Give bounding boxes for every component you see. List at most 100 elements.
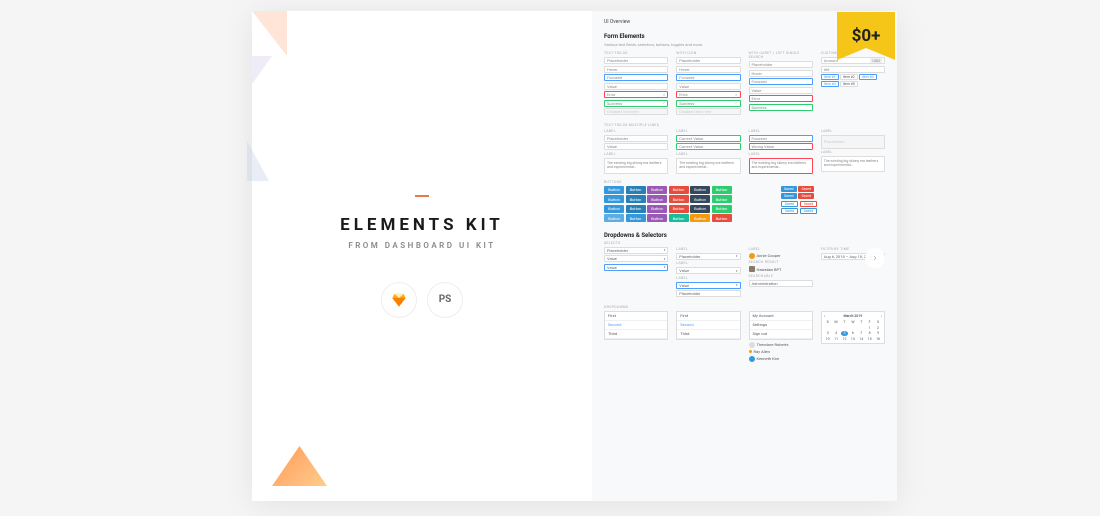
button[interactable]: Button: [626, 186, 646, 194]
text-input[interactable]: Value: [604, 143, 668, 150]
calendar-day[interactable]: 9: [874, 331, 882, 336]
checkbox-item[interactable]: Item #4: [821, 81, 839, 87]
checkbox-item[interactable]: Item #1: [821, 74, 839, 80]
select[interactable]: Value▾: [604, 255, 668, 262]
dropdown-item[interactable]: Third: [605, 330, 667, 339]
checkbox-item[interactable]: Item #5: [840, 81, 858, 87]
amount-input[interactable]: AmountUSD: [821, 57, 885, 64]
button[interactable]: Saved: [798, 186, 814, 192]
text-input[interactable]: Hover: [676, 66, 740, 73]
text-input[interactable]: Wrong Value: [749, 143, 813, 150]
button-outline[interactable]: Saved: [781, 201, 798, 207]
text-input[interactable]: Placeholder: [676, 57, 740, 64]
text-input[interactable]: Focused: [676, 74, 740, 81]
search-result-item[interactable]: Hawaiian BPT: [749, 266, 813, 272]
select[interactable]: Value▾: [676, 267, 740, 274]
text-input-success[interactable]: Success: [749, 104, 813, 111]
dropdown-item[interactable]: Third: [677, 330, 739, 339]
textarea-error[interactable]: The existing big skinny era leathers and…: [749, 158, 813, 174]
textarea[interactable]: The existing big skinny era leathers and…: [604, 158, 668, 174]
calendar-day[interactable]: 12: [841, 336, 849, 341]
button[interactable]: Button: [712, 205, 732, 213]
text-input[interactable]: Hover: [749, 70, 813, 77]
text-input[interactable]: Placeholder: [604, 135, 668, 142]
checkbox-item[interactable]: Item #3: [859, 74, 877, 80]
text-input[interactable]: Placeholder: [749, 61, 813, 68]
button[interactable]: Saved: [781, 193, 797, 199]
calendar-day[interactable]: 10: [824, 336, 832, 341]
text-input[interactable]: Correct Value: [676, 135, 740, 142]
text-input[interactable]: Value: [749, 87, 813, 94]
button[interactable]: Button: [669, 195, 689, 203]
button[interactable]: Button: [626, 205, 646, 213]
text-input[interactable]: Focused: [749, 135, 813, 142]
button[interactable]: Button: [604, 214, 624, 222]
button[interactable]: Button: [647, 186, 667, 194]
calendar-day[interactable]: 8: [866, 331, 874, 336]
button-outline[interactable]: Saved: [800, 208, 817, 214]
button[interactable]: Button: [604, 195, 624, 203]
calendar[interactable]: ‹March 2019› SMTWTFS 12 3456789 10111213…: [821, 311, 885, 345]
text-input[interactable]: Correct Value: [676, 143, 740, 150]
checkbox-item[interactable]: Item #2: [840, 74, 858, 80]
text-input[interactable]: Value: [676, 83, 740, 90]
textarea[interactable]: The existing big skinny era leathers and…: [676, 158, 740, 174]
text-input[interactable]: Value: [604, 83, 668, 90]
button[interactable]: Button: [712, 195, 732, 203]
calendar-day[interactable]: 13: [849, 336, 857, 341]
button[interactable]: Saved: [798, 193, 814, 199]
select[interactable]: Value▾: [604, 264, 668, 271]
text-input[interactable]: Placeholder: [604, 57, 668, 64]
dropdown-item[interactable]: Settings: [750, 321, 812, 330]
button[interactable]: Button: [647, 195, 667, 203]
button[interactable]: Button: [626, 195, 646, 203]
button[interactable]: Button: [690, 205, 710, 213]
text-input[interactable]: Hover: [604, 66, 668, 73]
button[interactable]: Button: [604, 205, 624, 213]
calendar-day-today[interactable]: 5: [841, 331, 849, 336]
calendar-day[interactable]: 2: [874, 325, 882, 330]
dropdown-item[interactable]: Second: [605, 321, 667, 330]
button[interactable]: Button: [690, 195, 710, 203]
button[interactable]: Button: [712, 186, 732, 194]
dropdown-item[interactable]: First: [605, 312, 667, 321]
calendar-day[interactable]: 4: [832, 331, 840, 336]
button[interactable]: Button: [690, 214, 710, 222]
button-outline[interactable]: Saved: [800, 201, 817, 207]
chevron-left-icon[interactable]: ‹: [824, 314, 825, 318]
select[interactable]: Value▾: [676, 282, 740, 289]
button[interactable]: Button: [690, 186, 710, 194]
button[interactable]: Button: [669, 214, 689, 222]
button[interactable]: Button: [647, 205, 667, 213]
calendar-day[interactable]: 3: [824, 331, 832, 336]
text-input-error[interactable]: Error: [749, 95, 813, 102]
dropdown-item[interactable]: Second: [677, 321, 739, 330]
button[interactable]: Button: [669, 205, 689, 213]
chevron-right-icon[interactable]: ›: [881, 314, 882, 318]
calendar-day[interactable]: 15: [866, 336, 874, 341]
textarea[interactable]: The existing big skinny era leathers and…: [821, 156, 885, 172]
search-select[interactable]: Administration: [749, 280, 813, 287]
button-outline[interactable]: Saved: [781, 208, 798, 214]
text-input-error[interactable]: Error✕: [604, 91, 668, 98]
button[interactable]: Button: [647, 214, 667, 222]
text-input-success[interactable]: Success✓: [604, 100, 668, 107]
dropdown-item[interactable]: Sign out: [750, 330, 812, 339]
button[interactable]: Button: [626, 214, 646, 222]
select[interactable]: Placeholder▾: [604, 247, 668, 254]
calendar-day[interactable]: 14: [857, 336, 865, 341]
select[interactable]: Placeholder▾: [676, 253, 740, 260]
button[interactable]: Button: [604, 186, 624, 194]
text-input-success[interactable]: Success✓: [676, 100, 740, 107]
calendar-day[interactable]: 16: [874, 336, 882, 341]
calendar-day[interactable]: 11: [832, 336, 840, 341]
calendar-day[interactable]: 7: [857, 331, 865, 336]
button[interactable]: Saved: [781, 186, 797, 192]
button[interactable]: Button: [669, 186, 689, 194]
user-select[interactable]: Annie Cooper: [749, 253, 813, 259]
id-input[interactable]: I68: [821, 66, 885, 73]
person-item[interactable]: Kenneth Kim: [749, 356, 813, 362]
text-input-error[interactable]: Error✕: [676, 91, 740, 98]
person-item[interactable]: Theodore Roberts: [749, 342, 813, 348]
person-item[interactable]: Ray Allen: [749, 349, 813, 354]
